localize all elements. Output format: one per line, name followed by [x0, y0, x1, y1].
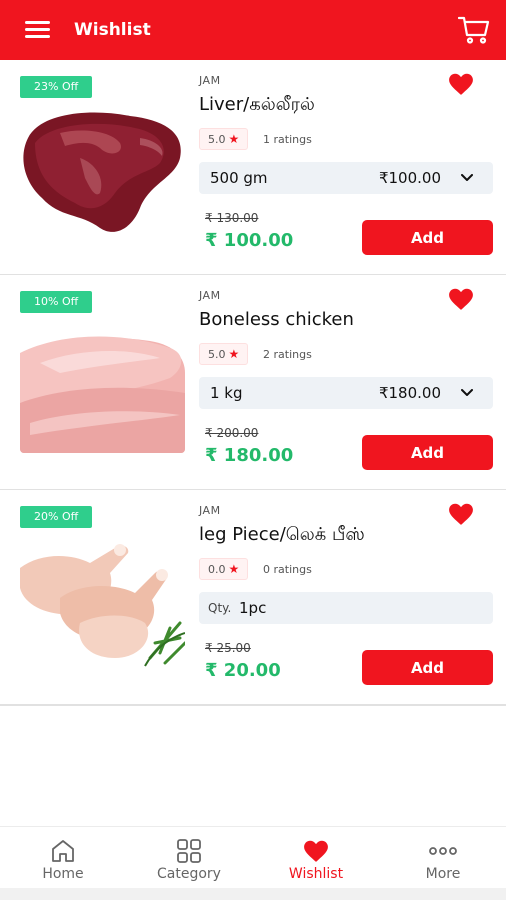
star-icon: ★ [228, 562, 240, 576]
add-to-cart-button[interactable]: Add [362, 435, 493, 470]
nav-label: Home [42, 866, 84, 882]
nav-label: More [425, 866, 461, 882]
system-bar [0, 888, 506, 900]
rating-count: 0 ratings [263, 563, 312, 576]
product-brand: JAM [199, 74, 221, 87]
product-brand: JAM [199, 289, 221, 302]
wishlist-heart-icon[interactable] [448, 72, 474, 96]
nav-wishlist[interactable]: Wishlist [253, 827, 379, 889]
wishlist-heart-icon[interactable] [448, 502, 474, 526]
rating-count: 2 ratings [263, 348, 312, 361]
product-card: 23% Off JAM Liver/கல்லீரல் 5.0 ★ 1 rating… [0, 60, 506, 276]
nav-home[interactable]: Home [0, 827, 126, 889]
variant-select[interactable]: 500 gm ₹100.00 [199, 162, 493, 194]
nav-label: Wishlist [288, 866, 344, 882]
cart-icon[interactable] [457, 16, 490, 44]
variant-qty: 1 kg [210, 384, 243, 402]
variant-price: ₹100.00 [378, 169, 441, 187]
star-icon: ★ [228, 347, 240, 361]
app-header: Wishlist [0, 0, 506, 60]
product-card: 10% Off JAM Boneless chicken 5.0 ★ 2 rati… [0, 275, 506, 491]
original-price: ₹ 200.00 [205, 426, 259, 440]
variant-price: ₹180.00 [378, 384, 441, 402]
rating-badge: 0.0 ★ [199, 558, 249, 580]
page-title: Wishlist [74, 20, 151, 40]
variant-select[interactable]: 1 kg ₹180.00 [199, 377, 493, 409]
hamburger-icon[interactable] [25, 21, 50, 39]
rating-value: 0.0 [208, 563, 226, 576]
product-name[interactable]: leg Piece/லெக் பீஸ் [199, 524, 365, 547]
product-brand: JAM [199, 504, 221, 517]
quantity-label: Qty. [208, 601, 232, 615]
product-name[interactable]: Boneless chicken [199, 309, 354, 330]
nav-label: Category [157, 866, 221, 882]
heart-icon [304, 840, 328, 862]
variant-qty: 500 gm [210, 169, 268, 187]
nav-category[interactable]: Category [126, 827, 252, 889]
add-to-cart-button[interactable]: Add [362, 650, 493, 685]
add-to-cart-button[interactable]: Add [362, 220, 493, 255]
star-icon: ★ [228, 132, 240, 146]
discount-badge: 10% Off [20, 291, 93, 313]
bottom-navigation: Home Category Wishlist More [0, 826, 506, 888]
discount-badge: 23% Off [20, 76, 93, 98]
discount-badge: 20% Off [20, 506, 93, 528]
product-image-boneless-chicken[interactable] [20, 313, 185, 453]
quantity-display: Qty. 1pc [199, 592, 493, 624]
original-price: ₹ 25.00 [205, 641, 251, 655]
more-dots-icon [429, 847, 457, 855]
sale-price: ₹ 180.00 [205, 445, 294, 466]
rating-value: 5.0 [208, 348, 226, 361]
chevron-down-icon [461, 174, 473, 181]
product-card: 20% Off JAM leg Piece/லெக் பீஸ் 0.0 ★ 0 r… [0, 490, 506, 706]
rating-value: 5.0 [208, 133, 226, 146]
sale-price: ₹ 100.00 [205, 230, 294, 251]
sale-price: ₹ 20.00 [205, 660, 281, 681]
category-grid-icon [177, 839, 201, 863]
product-image-liver[interactable] [20, 98, 185, 238]
chevron-down-icon [461, 389, 473, 396]
rating-badge: 5.0 ★ [199, 343, 249, 365]
original-price: ₹ 130.00 [205, 211, 259, 225]
quantity-value: 1pc [239, 599, 267, 617]
rating-count: 1 ratings [263, 133, 312, 146]
wishlist-heart-icon[interactable] [448, 287, 474, 311]
home-icon [52, 840, 74, 862]
product-image-leg-piece[interactable] [20, 528, 185, 668]
rating-badge: 5.0 ★ [199, 128, 249, 150]
nav-more[interactable]: More [380, 827, 506, 889]
product-name[interactable]: Liver/கல்லீரல் [199, 94, 315, 117]
